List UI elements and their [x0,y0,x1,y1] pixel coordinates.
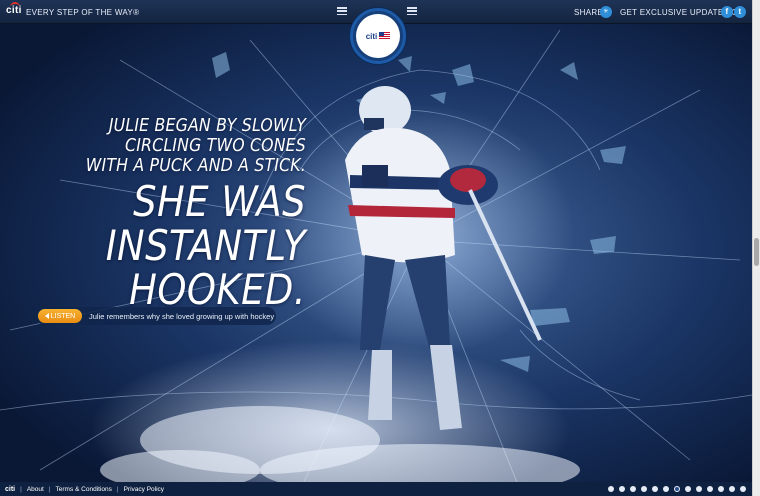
pagination-dot[interactable] [685,486,691,492]
footer-divider: | [20,485,22,493]
pagination-dot[interactable] [663,486,669,492]
pagination-dot[interactable] [619,486,625,492]
pagination-dot[interactable] [729,486,735,492]
twitter-icon[interactable]: t [734,6,746,18]
footer-link-about[interactable]: About [27,486,44,493]
menu-icon-left[interactable] [337,6,347,16]
pagination-dot[interactable] [652,486,658,492]
footer-link-terms[interactable]: Terms & Conditions [56,486,112,493]
scrollbar-thumb[interactable] [754,238,759,266]
citi-team-usa-badge[interactable]: citi [350,8,406,64]
footer-link-privacy[interactable]: Privacy Policy [124,486,164,493]
pagination-dot[interactable] [641,486,647,492]
us-flag-icon [379,32,391,40]
story-line-1: JULIE BEGAN BY SLOWLY [108,116,307,136]
story-line-3: WITH A PUCK AND A STICK. [85,156,306,176]
listen-button[interactable]: LISTEN [38,309,82,323]
page-scrollbar[interactable] [752,0,760,496]
footer: citi | About | Terms & Conditions | Priv… [0,482,752,496]
share-label[interactable]: SHARE [574,8,603,17]
story-big-line-1: SHE WAS [133,177,306,226]
listen-caption: Julie remembers why she loved growing up… [89,311,275,321]
citi-logo-arc [10,2,20,8]
footer-divider: | [48,485,51,493]
pagination-dot[interactable] [696,486,702,492]
footer-citi-logo[interactable]: citi [5,486,15,493]
pagination-dot[interactable] [707,486,713,492]
menu-icon-right[interactable] [407,6,417,16]
speaker-icon [44,313,49,319]
pagination-dot[interactable] [630,486,636,492]
facebook-icon[interactable]: f [721,6,733,18]
share-icon[interactable]: ✳ [600,6,612,18]
badge-inner: citi [356,14,400,58]
footer-divider: | [116,485,119,493]
pagination-dot[interactable] [740,486,746,492]
slide-pagination [608,486,746,492]
pagination-dot[interactable] [674,486,680,492]
pagination-dot[interactable] [718,486,724,492]
story-big-line-3: HOOKED. [129,265,306,314]
badge-brand: citi [365,31,378,41]
story-big-line-2: INSTANTLY [105,221,306,270]
listen-audio-bar: LISTEN Julie remembers why she loved gro… [36,307,276,325]
tagline: EVERY STEP OF THE WAY® [26,8,140,17]
story-line-2: CIRCLING TWO CONES [125,136,306,156]
pagination-dot[interactable] [608,486,614,492]
story-headline: JULIE BEGAN BY SLOWLY CIRCLING TWO CONES… [0,116,306,312]
citi-logo[interactable]: citi [6,2,22,16]
listen-button-label: LISTEN [50,312,76,320]
